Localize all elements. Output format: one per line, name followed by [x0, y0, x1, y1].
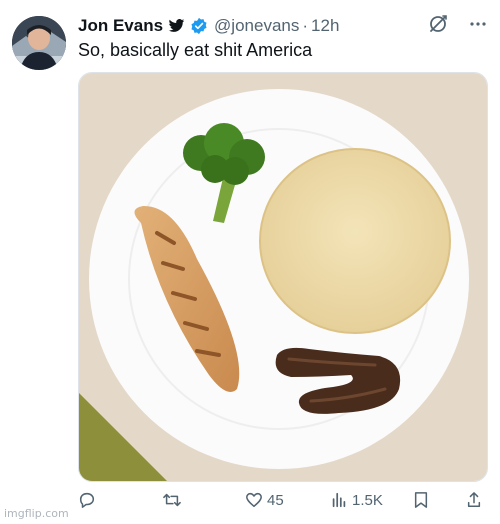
views-icon	[332, 492, 346, 508]
separator-dot: ·	[302, 16, 309, 35]
grok-icon[interactable]	[428, 14, 448, 39]
author-name[interactable]: Jon Evans	[78, 16, 163, 36]
reply-button[interactable]	[78, 491, 100, 509]
reply-icon	[79, 492, 95, 508]
retweet-icon	[163, 493, 181, 507]
plate-photo	[79, 73, 487, 481]
views-count: 1.5K	[352, 491, 383, 509]
tweet-actions: 45 1.5K	[78, 491, 488, 517]
avatar[interactable]	[12, 16, 66, 70]
share-button[interactable]	[466, 491, 482, 509]
verified-badge-icon	[190, 17, 208, 35]
tortilla	[259, 148, 451, 334]
tweet-text: So, basically eat shit America	[78, 40, 313, 60]
more-icon[interactable]	[468, 14, 488, 39]
tweet-header: Jon Evans @jonevans · 12h	[78, 14, 488, 38]
heart-icon	[246, 492, 262, 508]
imgflip-watermark: imgflip.com	[4, 507, 69, 520]
like-button[interactable]: 45	[245, 491, 284, 509]
bookmark-button[interactable]	[413, 491, 429, 509]
avatar-photo	[12, 16, 66, 70]
share-icon	[467, 492, 481, 507]
bookmark-icon	[414, 492, 428, 508]
tweet-media-image[interactable]	[78, 72, 488, 482]
views-button[interactable]: 1.5K	[330, 491, 383, 509]
tweet-timestamp[interactable]: 12h	[311, 16, 339, 36]
bird-icon	[168, 19, 185, 33]
author-handle[interactable]: @jonevans	[214, 16, 299, 36]
retweet-button[interactable]	[162, 491, 186, 509]
like-count: 45	[267, 491, 284, 509]
